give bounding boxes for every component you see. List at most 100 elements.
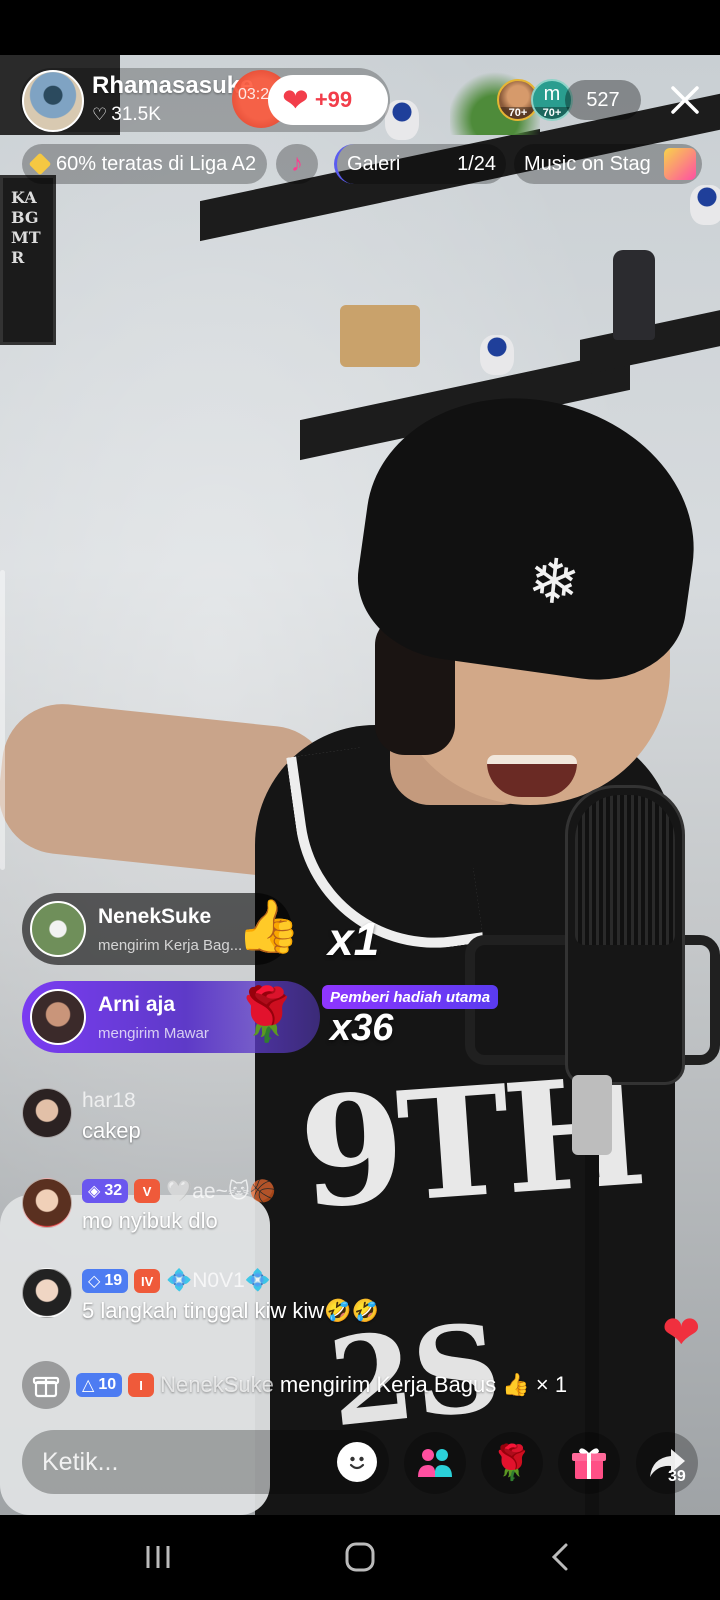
gift-notice-user[interactable]: NenekSuke <box>160 1372 274 1398</box>
back-chevron-icon <box>551 1543 568 1571</box>
heart-outline-icon: ♡ <box>92 105 108 124</box>
astronaut-figure <box>385 100 419 140</box>
share-button[interactable] <box>636 1432 698 1494</box>
vip-badge: V <box>134 1179 161 1203</box>
gift-sender-avatar[interactable] <box>30 989 86 1045</box>
chat-message[interactable]: ◇ 19 IV 💠N0V1💠 5 langkah tinggal kiw kiw🤣… <box>22 1268 379 1324</box>
viewer-rank-tag: 70+ <box>533 107 571 119</box>
vip-badge: IV <box>134 1269 161 1293</box>
emoji-button[interactable] <box>337 1442 377 1482</box>
gift-description: mengirim Mawar <box>98 1024 209 1042</box>
vip-badge: I <box>128 1373 155 1397</box>
host-likes: ♡ 31.5K <box>92 104 161 126</box>
host-name[interactable]: Rhamasasuke <box>92 72 253 100</box>
side-swipe-handle[interactable] <box>0 570 5 870</box>
chat-username[interactable]: har18 <box>82 1089 136 1113</box>
chat-user-avatar[interactable] <box>22 1088 72 1138</box>
chat-body: har18 cakep <box>82 1088 141 1144</box>
gem-icon: △ <box>82 1377 95 1394</box>
chat-body: ◈ 32 V 🤍ae~🐱🏀 mo nyibuk dlo <box>82 1178 276 1234</box>
gift-sender-avatar[interactable] <box>30 901 86 957</box>
comment-input[interactable]: Ketik... <box>22 1430 389 1494</box>
chat-username[interactable]: 🤍ae~🐱🏀 <box>166 1179 276 1204</box>
viewer-rank-tag: 70+ <box>499 107 537 119</box>
user-level-badge: △ 10 <box>76 1373 123 1397</box>
gallery-label: Galeri <box>347 152 401 175</box>
astronaut-figure <box>690 185 720 225</box>
shelf-bottle <box>613 250 655 340</box>
gift-notice-row: △ 10 I NenekSuke mengirim Kerja Bagus 👍 ×… <box>22 1361 567 1409</box>
chat-text: mo nyibuk dlo <box>82 1208 218 1233</box>
user-level: 32 <box>104 1182 123 1199</box>
astronaut-figure <box>480 335 514 375</box>
stage-label: Music on Stag <box>524 152 651 175</box>
league-rank-pill[interactable]: 60% teratas di Liga A2 <box>22 144 267 184</box>
host-avatar[interactable] <box>22 70 84 132</box>
people-icon <box>418 1449 452 1477</box>
emoji-icon <box>343 1448 371 1476</box>
rose-gift-icon: 🌹 <box>234 986 299 1044</box>
chat-meta: har18 <box>82 1088 141 1114</box>
close-icon <box>671 86 699 114</box>
gallery-pill[interactable]: Galeri 1/24 <box>334 144 506 184</box>
rose-icon: 🌹 <box>490 1444 534 1482</box>
viewer-count[interactable]: 527 <box>565 80 641 120</box>
gift-banner-text: Arni aja mengirim Mawar <box>98 993 209 1042</box>
snowflake-logo: ❄ <box>524 545 584 620</box>
music-note-icon: ♪ <box>291 150 303 177</box>
music-button[interactable]: ♪ <box>276 144 318 184</box>
back-button[interactable] <box>548 1540 572 1574</box>
gift-sender-name: NenekSuke <box>98 904 212 928</box>
chat-body: ◇ 19 IV 💠N0V1💠 5 langkah tinggal kiw kiw🤣… <box>82 1268 379 1324</box>
gallery-page: 1/24 <box>457 152 496 175</box>
chat-username[interactable]: 💠N0V1💠 <box>166 1269 271 1293</box>
gift-shortcut-button[interactable] <box>22 1361 70 1409</box>
recent-apps-icon <box>146 1546 170 1568</box>
close-button[interactable] <box>665 80 705 120</box>
chat-meta: ◈ 32 V 🤍ae~🐱🏀 <box>82 1178 276 1204</box>
host-likes-count: 31.5K <box>111 104 161 125</box>
home-icon <box>345 1542 375 1572</box>
chat-text: cakep <box>82 1118 141 1143</box>
multi-guest-button[interactable] <box>404 1432 466 1494</box>
gift-combo-count: x36 <box>330 1007 394 1049</box>
user-level-badge: ◇ 19 <box>82 1269 129 1293</box>
wall-frame-left: KA BG MT R <box>0 175 56 345</box>
home-button[interactable] <box>340 1540 380 1574</box>
gem-icon: ◇ <box>88 1273 101 1290</box>
thumbs-up-gift-icon: 👍 <box>236 898 301 956</box>
gift-notice-text: mengirim Kerja Bagus 👍 × 1 <box>279 1372 568 1397</box>
stage-gift-icon <box>664 148 696 180</box>
recent-apps-button[interactable] <box>140 1540 176 1574</box>
chat-message[interactable]: har18 cakep <box>22 1088 141 1144</box>
gift-button[interactable] <box>558 1432 620 1494</box>
microphone-grille <box>575 795 675 945</box>
floating-heart-icon: ❤ <box>662 1306 701 1358</box>
gift-box-icon <box>572 1448 606 1479</box>
music-on-stage-pill[interactable]: Music on Stag <box>514 144 702 184</box>
user-level: 19 <box>104 1272 123 1289</box>
chat-user-avatar[interactable] <box>22 1178 72 1228</box>
status-bar <box>0 0 720 55</box>
gift-banner-text: NenekSuke mengirim Kerja Bag... <box>98 905 242 954</box>
gift-combo-count: x1 <box>328 913 380 965</box>
chat-text: 5 langkah tinggal kiw kiw🤣🤣 <box>82 1298 379 1323</box>
user-level-badge: ◈ 32 <box>82 1179 129 1203</box>
gift-description: mengirim Kerja Bag... <box>98 936 243 954</box>
microphone-connector <box>572 1075 612 1155</box>
chat-message[interactable]: ◈ 32 V 🤍ae~🐱🏀 mo nyibuk dlo <box>22 1178 276 1234</box>
share-count: 39 <box>668 1468 686 1485</box>
heart-icon: ❤ <box>282 82 309 118</box>
follow-like-button[interactable]: ❤ +99 <box>268 75 388 125</box>
league-rank-text: 60% teratas di Liga A2 <box>56 152 257 175</box>
gem-icon: ◈ <box>88 1183 101 1200</box>
gift-outline-icon <box>32 1376 60 1398</box>
top-gifter-badge: Pemberi hadiah utama <box>322 985 499 1009</box>
shelf-ornament <box>340 305 420 367</box>
user-level: 10 <box>98 1376 117 1393</box>
comment-placeholder: Ketik... <box>42 1447 119 1476</box>
diamond-icon <box>28 152 52 176</box>
chat-user-avatar[interactable] <box>22 1268 72 1318</box>
rose-quick-gift-button[interactable]: 🌹 <box>481 1432 543 1494</box>
like-badge-count: +99 <box>314 87 353 112</box>
